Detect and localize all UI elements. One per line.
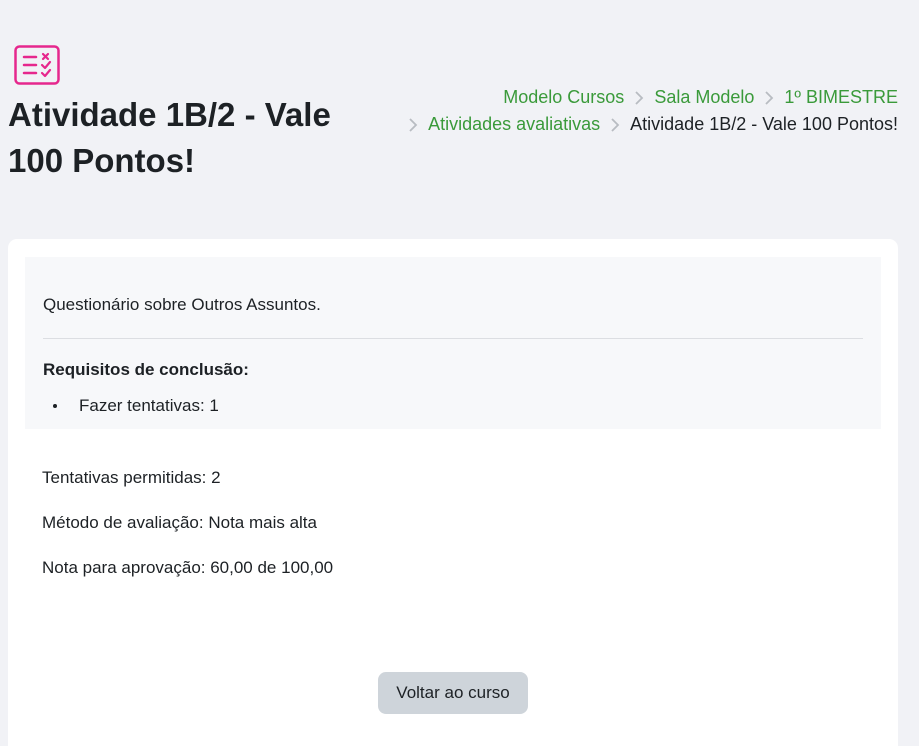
- breadcrumb-item-current: Atividade 1B/2 - Vale 100 Pontos!: [630, 114, 898, 134]
- completion-requirement-item: Fazer tentativas: 1: [43, 396, 219, 416]
- grading-method: Método de avaliação: Nota mais alta: [42, 513, 317, 532]
- chevron-right-icon: [629, 90, 649, 105]
- pass-grade: Nota para aprovação: 60,00 de 100,00: [42, 558, 334, 577]
- breadcrumb-item-sala-modelo[interactable]: Sala Modelo: [654, 84, 754, 111]
- breadcrumb-row-1: Modelo Cursos Sala Modelo 1º BIMESTRE: [378, 84, 898, 111]
- completion-requirements-title: Requisitos de conclusão:: [43, 360, 249, 379]
- breadcrumb: Modelo Cursos Sala Modelo 1º BIMESTRE At…: [378, 84, 898, 138]
- breadcrumb-row-2: Atividades avaliativas Atividade 1B/2 - …: [378, 111, 898, 138]
- divider: [43, 338, 863, 339]
- page-title: Atividade 1B/2 - Vale 100 Pontos!: [8, 96, 331, 179]
- activity-info-box: Questionário sobre Outros Assuntos. Requ…: [25, 257, 881, 429]
- breadcrumb-item-bimestre[interactable]: 1º BIMESTRE: [784, 84, 898, 111]
- page: Atividade 1B/2 - Vale 100 Pontos! Modelo…: [0, 0, 919, 746]
- bullet-icon: [53, 404, 57, 408]
- breadcrumb-item-atividades-avaliativas[interactable]: Atividades avaliativas: [428, 111, 600, 138]
- chevron-right-icon: [759, 90, 779, 105]
- attempts-allowed: Tentativas permitidas: 2: [42, 468, 221, 487]
- chevron-right-icon: [605, 117, 625, 132]
- quiz-checklist-icon: [14, 45, 60, 85]
- completion-requirement-label: Fazer tentativas: 1: [79, 396, 219, 415]
- chevron-right-icon: [403, 117, 423, 132]
- completion-requirements-list: Fazer tentativas: 1: [43, 396, 219, 416]
- breadcrumb-item-modelo-cursos[interactable]: Modelo Cursos: [503, 84, 624, 111]
- back-to-course-button[interactable]: Voltar ao curso: [378, 672, 528, 714]
- activity-description: Questionário sobre Outros Assuntos.: [43, 295, 321, 314]
- activity-card: Questionário sobre Outros Assuntos. Requ…: [8, 239, 898, 746]
